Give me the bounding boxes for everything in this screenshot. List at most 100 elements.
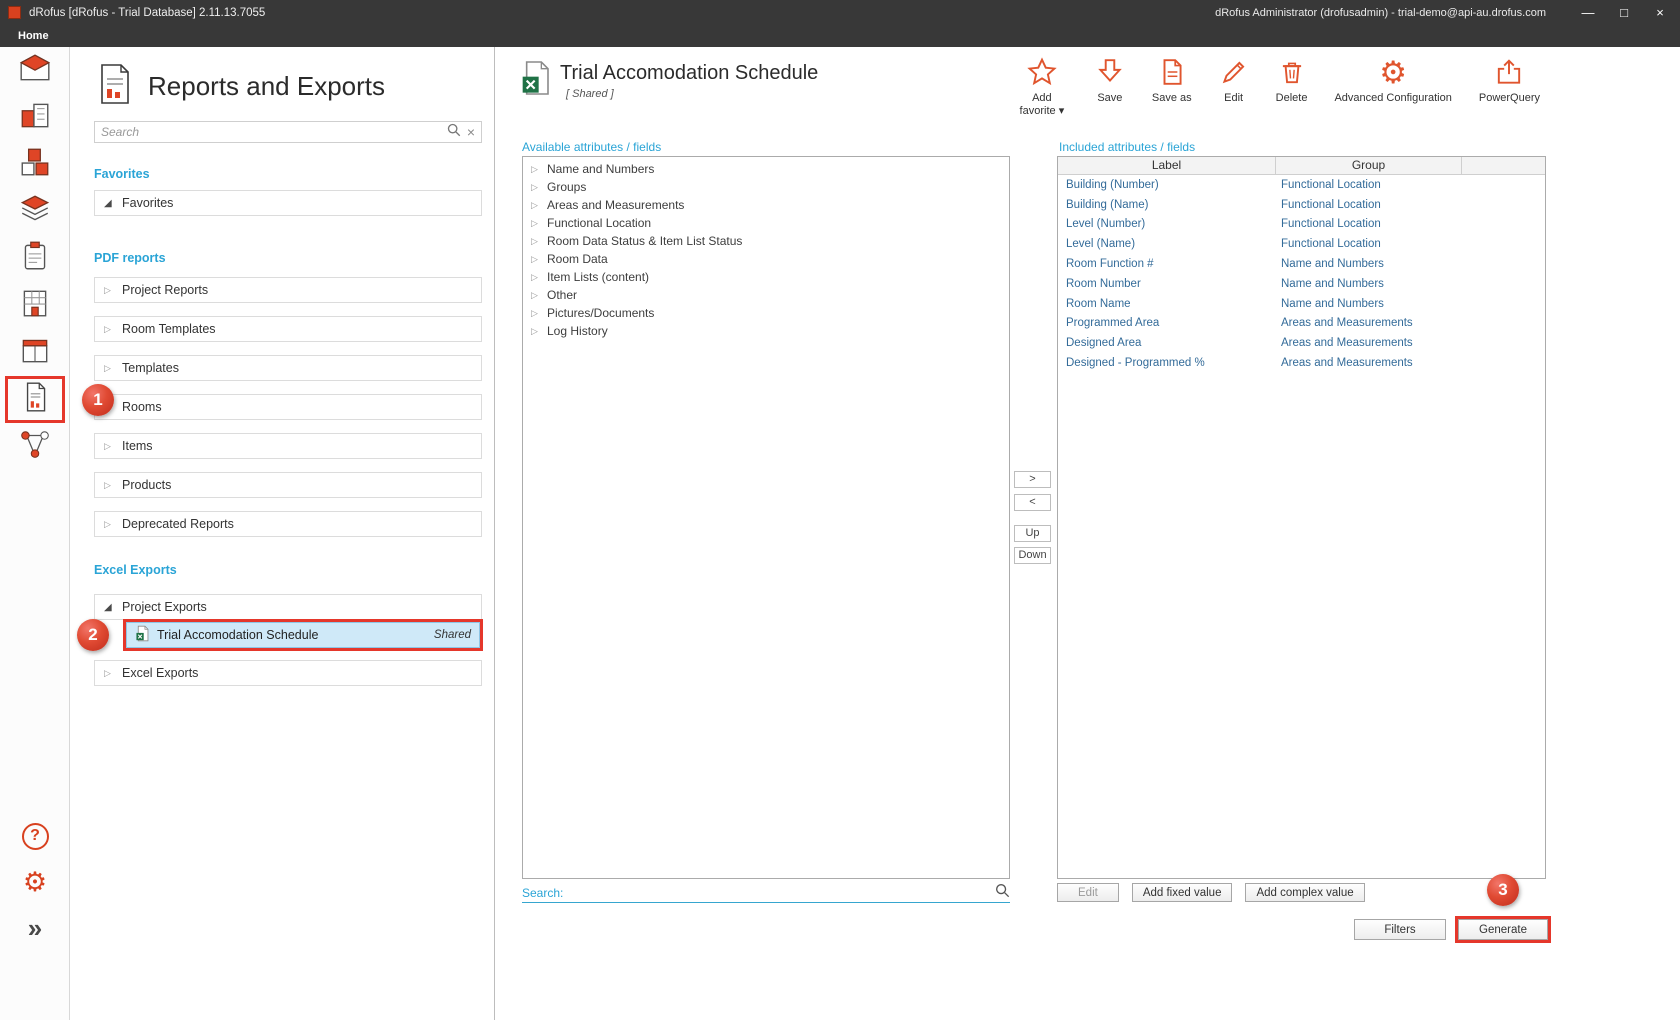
included-actions: Edit Add fixed value Add complex value [1057, 883, 1365, 902]
chevron-collapsed-icon[interactable]: ▷ [531, 236, 540, 247]
included-attribute-row[interactable]: Room Number Name and Numbers [1058, 274, 1545, 294]
pdf-report-group[interactable]: ▷ Templates [94, 355, 482, 381]
selected-export-item[interactable]: Trial Accomodation Schedule Shared 2 [126, 622, 480, 648]
included-attribute-row[interactable]: Designed - Programmed % Areas and Measur… [1058, 353, 1545, 373]
pdf-report-group[interactable]: ▷ Items [94, 433, 482, 459]
included-attributes-table: Label Group Building (Number) Functional… [1057, 156, 1546, 879]
project-exports-group[interactable]: ◢ Project Exports [94, 594, 482, 620]
nav-reports[interactable]: 1 [0, 376, 70, 423]
chevron-collapsed-icon[interactable]: ▷ [531, 182, 540, 193]
add-fixed-value-button[interactable]: Add fixed value [1132, 883, 1233, 902]
attribute-label-cell: Programmed Area [1058, 317, 1276, 329]
edit-attribute-button[interactable]: Edit [1057, 883, 1119, 902]
chevron-collapsed-icon[interactable]: ▷ [531, 218, 540, 229]
chevron-collapsed-icon[interactable]: ▷ [104, 363, 113, 374]
save-button[interactable]: Save [1095, 55, 1125, 105]
nav-projects[interactable] [0, 47, 70, 94]
chevron-expanded-icon[interactable]: ◢ [104, 198, 113, 209]
nav-items[interactable] [0, 329, 70, 376]
chevron-collapsed-icon[interactable]: ▷ [104, 519, 113, 530]
delete-button[interactable]: Delete [1276, 55, 1308, 105]
move-up-button[interactable]: Up [1014, 525, 1051, 542]
advanced-configuration-button[interactable]: ⚙ Advanced Configuration [1334, 55, 1451, 105]
maximize-button[interactable]: □ [1610, 0, 1638, 25]
minimize-button[interactable]: — [1574, 0, 1602, 25]
report-page-icon [96, 63, 132, 110]
filters-button[interactable]: Filters [1354, 919, 1446, 940]
included-attribute-row[interactable]: Level (Name) Functional Location [1058, 234, 1545, 254]
included-attribute-row[interactable]: Room Function # Name and Numbers [1058, 254, 1545, 274]
close-button[interactable]: × [1646, 0, 1674, 25]
chevron-collapsed-icon[interactable]: ▷ [531, 164, 540, 175]
included-attribute-row[interactable]: Programmed Area Areas and Measurements [1058, 314, 1545, 334]
add-complex-value-button[interactable]: Add complex value [1245, 883, 1364, 902]
attribute-category[interactable]: ▷ Room Data [523, 250, 1009, 268]
pdf-report-group-label: Project Reports [122, 283, 208, 297]
pdf-report-group[interactable]: ▷ Rooms [94, 394, 482, 420]
search-icon[interactable] [994, 882, 1010, 903]
attribute-category[interactable]: ▷ Log History [523, 322, 1009, 340]
included-attribute-row[interactable]: Designed Area Areas and Measurements [1058, 333, 1545, 353]
column-header-empty [1462, 157, 1545, 174]
column-header-label[interactable]: Label [1058, 157, 1276, 174]
pdf-reports-section-header: PDF reports [94, 251, 166, 265]
attribute-category[interactable]: ▷ Name and Numbers [523, 160, 1009, 178]
available-search-input[interactable] [569, 886, 988, 900]
expand-rail-button[interactable]: » [19, 912, 51, 944]
chevron-expanded-icon[interactable]: ◢ [104, 602, 113, 613]
included-attribute-row[interactable]: Room Name Name and Numbers [1058, 294, 1545, 314]
favorites-section-header: Favorites [94, 167, 150, 181]
move-down-button[interactable]: Down [1014, 547, 1051, 564]
chevron-collapsed-icon[interactable]: ▷ [104, 285, 113, 296]
clear-search-icon[interactable]: × [467, 124, 475, 140]
attribute-label-cell: Room Number [1058, 278, 1276, 290]
pdf-report-group[interactable]: ▷ Project Reports [94, 277, 482, 303]
chevron-collapsed-icon[interactable]: ▷ [104, 668, 113, 679]
save-as-button[interactable]: Save as [1152, 55, 1192, 105]
nav-connections[interactable] [0, 423, 70, 470]
help-button[interactable]: ? [19, 820, 51, 852]
included-attribute-row[interactable]: Level (Number) Functional Location [1058, 215, 1545, 235]
chevron-collapsed-icon[interactable]: ▷ [104, 324, 113, 335]
chevron-collapsed-icon[interactable]: ▷ [531, 290, 540, 301]
attribute-category[interactable]: ▷ Functional Location [523, 214, 1009, 232]
column-header-group[interactable]: Group [1276, 157, 1462, 174]
settings-button[interactable]: ⚙ [19, 866, 51, 898]
attribute-label-cell: Designed Area [1058, 337, 1276, 349]
pdf-report-group[interactable]: ▷ Products [94, 472, 482, 498]
chevron-collapsed-icon[interactable]: ▷ [104, 441, 113, 452]
chevron-collapsed-icon[interactable]: ▷ [104, 480, 113, 491]
included-attribute-row[interactable]: Building (Number) Functional Location [1058, 175, 1545, 195]
attribute-group-cell: Areas and Measurements [1276, 357, 1462, 369]
nav-buildings[interactable] [0, 94, 70, 141]
chevron-collapsed-icon[interactable]: ▷ [531, 254, 540, 265]
nav-components[interactable] [0, 188, 70, 235]
menu-home[interactable]: Home [18, 30, 49, 42]
pdf-report-group[interactable]: ▷ Deprecated Reports [94, 511, 482, 537]
excel-exports-group[interactable]: ▷ Excel Exports [94, 660, 482, 686]
nav-floorplans[interactable] [0, 282, 70, 329]
attribute-category[interactable]: ▷ Room Data Status & Item List Status [523, 232, 1009, 250]
pdf-report-group[interactable]: ▷ Room Templates [94, 316, 482, 342]
powerquery-button[interactable]: PowerQuery [1479, 55, 1540, 105]
attribute-category[interactable]: ▷ Areas and Measurements [523, 196, 1009, 214]
edit-button[interactable]: Edit [1219, 55, 1249, 105]
search-icon[interactable] [446, 122, 461, 142]
attribute-category[interactable]: ▷ Item Lists (content) [523, 268, 1009, 286]
favorites-group[interactable]: ◢ Favorites [94, 190, 482, 216]
chevron-collapsed-icon[interactable]: ▷ [531, 200, 540, 211]
included-attribute-row[interactable]: Building (Name) Functional Location [1058, 195, 1545, 215]
move-right-button[interactable]: > [1014, 471, 1051, 488]
nav-room-data[interactable] [0, 235, 70, 282]
nav-models[interactable] [0, 141, 70, 188]
chevron-collapsed-icon[interactable]: ▷ [531, 326, 540, 337]
attribute-category[interactable]: ▷ Groups [523, 178, 1009, 196]
add-favorite-button[interactable]: Add favorite ▾ [1016, 55, 1068, 118]
move-left-button[interactable]: < [1014, 494, 1051, 511]
attribute-category[interactable]: ▷ Other [523, 286, 1009, 304]
reports-search-input[interactable] [101, 125, 440, 139]
generate-button[interactable]: Generate [1458, 919, 1548, 940]
chevron-collapsed-icon[interactable]: ▷ [531, 308, 540, 319]
chevron-collapsed-icon[interactable]: ▷ [531, 272, 540, 283]
attribute-category[interactable]: ▷ Pictures/Documents [523, 304, 1009, 322]
